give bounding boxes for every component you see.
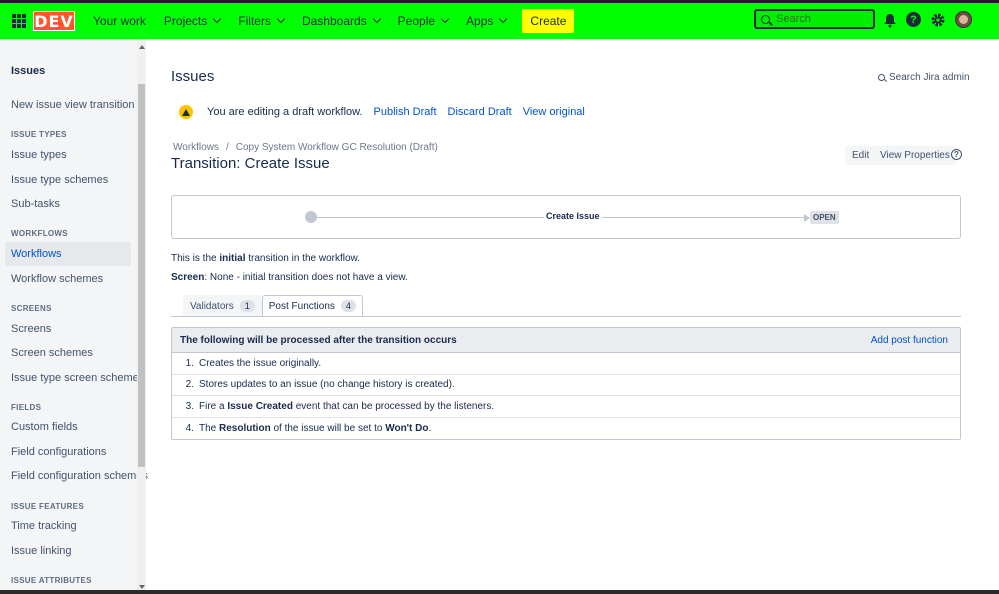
row-number: 2. xyxy=(185,379,194,391)
chevron-down-icon xyxy=(499,14,508,24)
view-original-link[interactable]: View original xyxy=(523,106,585,118)
draft-message: You are editing a draft workflow. xyxy=(207,106,363,118)
warning-icon xyxy=(179,105,193,119)
chevron-down-icon xyxy=(213,14,222,24)
post-function-row: 3. Fire a Issue Created event that can be… xyxy=(172,396,960,418)
initial-transition-text: This is the initial transition in the wo… xyxy=(171,253,360,264)
tab-count-badge: 4 xyxy=(340,300,356,312)
status-open: OPEN xyxy=(810,211,839,224)
sidebar-section-heading: ISSUE FEATURES xyxy=(11,502,84,511)
main-nav: Your work Projects Filters Dashboards People… xyxy=(75,14,508,28)
tab-validators[interactable]: Validators 1 xyxy=(183,295,262,316)
row-number: 3. xyxy=(185,400,194,412)
transition-tabs: Validators 1 Post Functions 4 xyxy=(183,295,363,316)
breadcrumb: Workflows / Copy System Workflow GC Resolu… xyxy=(173,142,438,153)
sidebar-item-time-tracking[interactable]: Time tracking xyxy=(5,514,131,538)
sidebar-item-custom-fields[interactable]: Custom fields xyxy=(5,415,131,439)
notifications-icon[interactable] xyxy=(882,12,898,28)
apps-grid-icon[interactable] xyxy=(12,14,26,28)
tab-count-badge: 1 xyxy=(239,300,255,312)
window-bottom-edge xyxy=(0,590,999,594)
sidebar-item-workflow-schemes[interactable]: Workflow schemes xyxy=(5,267,131,291)
tab-post-functions[interactable]: Post Functions 4 xyxy=(261,295,363,316)
post-functions-table: The following will be processed after th… xyxy=(171,327,961,440)
initial-node xyxy=(305,211,317,223)
sidebar-scrollbar[interactable] xyxy=(137,39,146,594)
nav-filters[interactable]: Filters xyxy=(238,14,286,28)
search-icon xyxy=(878,74,885,81)
help-icon[interactable]: ? xyxy=(906,12,921,27)
post-functions-header: The following will be processed after th… xyxy=(172,328,960,353)
nav-apps[interactable]: Apps xyxy=(466,14,508,28)
sidebar-item-issue-linking[interactable]: Issue linking xyxy=(5,539,131,563)
chevron-down-icon xyxy=(440,14,450,24)
scroll-down-icon[interactable] xyxy=(139,585,145,589)
page-title: Issues xyxy=(171,68,215,85)
sidebar-section-heading: ISSUE TYPES xyxy=(11,130,67,139)
post-function-text: Stores updates to an issue (no change hi… xyxy=(199,379,455,391)
publish-draft-link[interactable]: Publish Draft xyxy=(374,106,437,118)
draft-workflow-banner: You are editing a draft workflow. Publis… xyxy=(179,105,585,119)
sidebar-item-issue-type-schemes[interactable]: Issue type schemes xyxy=(5,168,131,192)
nav-dashboards[interactable]: Dashboards xyxy=(302,14,381,28)
transition-title: Transition: Create Issue xyxy=(171,155,330,172)
sidebar-item-field-configuration-schemes[interactable]: Field configuration schemes xyxy=(5,464,148,488)
row-number: 1. xyxy=(185,357,194,369)
sidebar-item-issue-type-screen-schemes[interactable]: Issue type screen schemes xyxy=(5,366,144,390)
settings-icon[interactable] xyxy=(930,12,946,28)
transition-diagram: Create Issue OPEN xyxy=(171,195,961,239)
scroll-up-icon[interactable] xyxy=(139,45,145,49)
sidebar-item-screens[interactable]: Screens xyxy=(5,317,131,341)
chevron-down-icon xyxy=(372,14,381,24)
jira-logo[interactable]: DEV xyxy=(33,11,75,31)
create-button[interactable]: Create xyxy=(522,9,575,33)
search-jira-admin-link[interactable]: Search Jira admin xyxy=(878,72,970,83)
breadcrumb-current[interactable]: Copy System Workflow GC Resolution (Draf… xyxy=(236,142,438,153)
avatar[interactable] xyxy=(955,11,972,28)
nav-projects[interactable]: Projects xyxy=(164,14,222,28)
post-function-text: Fire a Issue Created event that can be p… xyxy=(199,400,495,412)
sidebar-item-workflows[interactable]: Workflows xyxy=(5,242,131,266)
transition-label: Create Issue xyxy=(544,211,602,221)
post-function-row: 1. Creates the issue originally. xyxy=(172,353,960,375)
sidebar-item-field-configurations[interactable]: Field configurations xyxy=(5,440,131,464)
sidebar-item-screen-schemes[interactable]: Screen schemes xyxy=(5,341,131,365)
post-function-row: 2. Stores updates to an issue (no change … xyxy=(172,375,960,396)
sidebar-section-heading: SCREENS xyxy=(11,304,52,313)
nav-your-work[interactable]: Your work xyxy=(93,14,146,28)
edit-button[interactable]: Edit xyxy=(845,146,877,165)
search-field[interactable] xyxy=(754,9,875,29)
post-functions-heading: The following will be processed after th… xyxy=(180,334,457,346)
search-input[interactable] xyxy=(776,13,871,25)
post-function-text: The Resolution of the issue will be set … xyxy=(199,422,432,434)
post-function-row: 4. The Resolution of the issue will be se… xyxy=(172,418,960,440)
scrollbar-thumb[interactable] xyxy=(138,84,145,467)
sidebar-title: Issues xyxy=(11,65,46,77)
screen-text: Screen: None - initial transition does n… xyxy=(171,272,408,283)
sidebar-item-new-issue-view-transition[interactable]: New issue view transition xyxy=(5,93,135,117)
nav-people[interactable]: People xyxy=(398,14,450,28)
breadcrumb-workflows[interactable]: Workflows xyxy=(173,142,219,153)
add-post-function-link[interactable]: Add post function xyxy=(871,335,948,346)
search-icon xyxy=(761,14,770,24)
search-jira-admin-label[interactable]: Search Jira admin xyxy=(889,72,970,83)
post-function-text: Creates the issue originally. xyxy=(199,357,322,369)
view-properties-button[interactable]: View Properties xyxy=(874,146,956,165)
row-number: 4. xyxy=(185,422,194,434)
tab-divider xyxy=(171,316,961,317)
sidebar-item-issue-types[interactable]: Issue types xyxy=(5,143,131,167)
sidebar-section-heading: FIELDS xyxy=(11,403,42,412)
sidebar-item-sub-tasks[interactable]: Sub-tasks xyxy=(5,192,131,216)
admin-sidebar: Issues New issue view transition ISSUE TY… xyxy=(0,39,148,594)
sidebar-section-heading: WORKFLOWS xyxy=(11,229,68,238)
breadcrumb-separator: / xyxy=(225,142,229,153)
chevron-down-icon xyxy=(276,14,286,24)
help-icon[interactable]: ? xyxy=(951,149,962,160)
sidebar-section-heading: ISSUE ATTRIBUTES xyxy=(11,576,92,585)
discard-draft-link[interactable]: Discard Draft xyxy=(448,106,512,118)
